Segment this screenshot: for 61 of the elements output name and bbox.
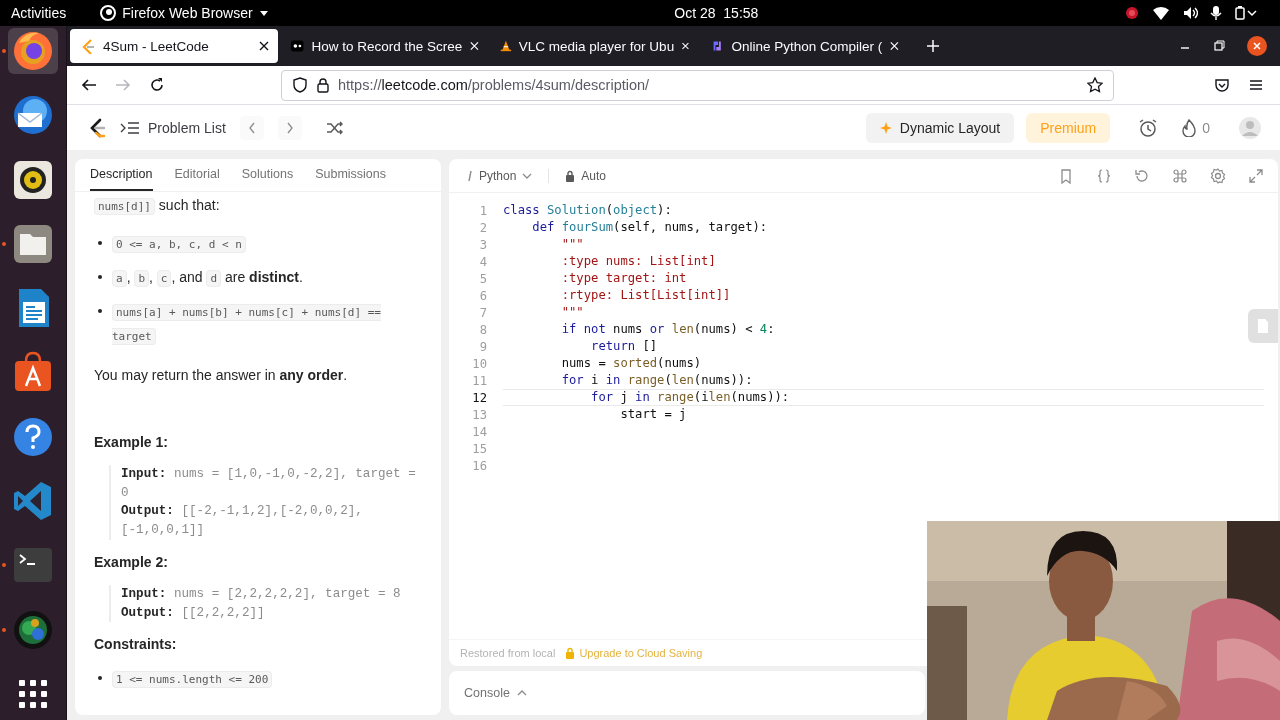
auto-mode-toggle[interactable]: Auto xyxy=(565,168,607,183)
line-number: 10 xyxy=(471,356,487,371)
code-line: start = j xyxy=(619,406,688,423)
section-heading: Example 1: xyxy=(94,434,169,450)
code-line: """ xyxy=(560,304,585,321)
code-line: :rtype: List[List[int]] xyxy=(560,287,732,304)
address-field[interactable]: https://leetcode.com/problems/4sum/description/ xyxy=(281,69,1114,101)
panel-tab[interactable]: Solutions xyxy=(241,159,294,191)
streak-counter[interactable]: 0 xyxy=(1182,118,1210,137)
activities-button[interactable]: Activities xyxy=(11,5,67,21)
example-line: Input: nums = [2,2,2,2,2], target = 8 xyxy=(121,585,402,603)
browser-tab[interactable]: 4Sum - LeetCode xyxy=(70,29,278,63)
example-line: Output: [[-2,-1,1,2],[-2,0,0,2],[-1,0,0,1]] xyxy=(121,503,364,540)
code-line: :type nums: List[int] xyxy=(560,253,717,270)
code-line: for j in range(ilen(nums)): xyxy=(503,389,1264,406)
code-line: for i in range(len(nums)): xyxy=(560,372,754,389)
section-heading: Constraints: xyxy=(94,636,178,653)
line-number: 14 xyxy=(471,424,487,439)
description-text: a , b , c , and d are distinct. xyxy=(112,266,421,290)
dynamic-layout-button[interactable]: Dynamic Layout xyxy=(865,112,1015,143)
example-line: Input: nums = [1,0,-1,0,-2,2], target = 0 xyxy=(121,466,417,502)
line-number: 2 xyxy=(478,220,487,235)
line-number: 9 xyxy=(478,339,487,354)
line-number: 3 xyxy=(478,237,487,252)
status-text: Restored from local xyxy=(460,647,556,659)
browser-tab[interactable]: How to Record the Scree xyxy=(280,29,488,63)
line-number: 13 xyxy=(471,407,487,422)
code-line: def fourSum(self, nums, target): xyxy=(531,219,769,236)
code-line: class Solution(object): xyxy=(503,202,673,219)
code-line: nums = sorted(nums) xyxy=(560,355,703,372)
line-number: 12 xyxy=(471,390,487,405)
line-number: 16 xyxy=(471,458,487,473)
example-line: Output: [[2,2,2,2]] xyxy=(121,604,266,622)
line-number: 15 xyxy=(471,441,487,456)
line-number: 11 xyxy=(471,373,487,388)
description-text: 0 <= a, b, c, d < n xyxy=(112,232,421,256)
app-menu[interactable]: Firefox Web Browser xyxy=(100,5,269,21)
panel-tab[interactable]: Description xyxy=(90,159,153,191)
line-number: 8 xyxy=(478,322,487,337)
line-number: 7 xyxy=(478,305,487,320)
browser-tab[interactable]: Online Python Compiler ( xyxy=(700,29,908,63)
section-heading: Example 2: xyxy=(94,553,169,570)
browser-tab[interactable]: VLC media player for Ubu xyxy=(490,29,698,63)
description-text: nums[a] + nums[b] + nums[c] + nums[d] == target xyxy=(112,303,382,347)
line-number: 1 xyxy=(478,203,487,218)
description-text: You may return the answer in any order. xyxy=(94,366,349,385)
panel-tab[interactable]: Editorial xyxy=(174,159,220,191)
problem-list-link[interactable]: Problem List xyxy=(120,119,226,136)
clock[interactable]: Oct 28 15:58 xyxy=(674,5,759,21)
code-line: """ xyxy=(560,236,585,253)
description-text: nums[d]] such that: xyxy=(94,194,421,218)
description-text: 1 <= nums.length <= 200 xyxy=(112,667,421,692)
line-number: 6 xyxy=(478,288,487,303)
code-line: return [] xyxy=(590,338,659,355)
console-button[interactable]: Console xyxy=(464,686,527,700)
code-line: if not nums or len(nums) < 4: xyxy=(560,321,776,338)
line-number: 5 xyxy=(478,271,487,286)
line-number: 4 xyxy=(478,254,487,269)
code-line: :type target: int xyxy=(560,270,688,287)
language-selector[interactable]: Python xyxy=(467,168,533,183)
panel-tab[interactable]: Submissions xyxy=(315,159,386,191)
